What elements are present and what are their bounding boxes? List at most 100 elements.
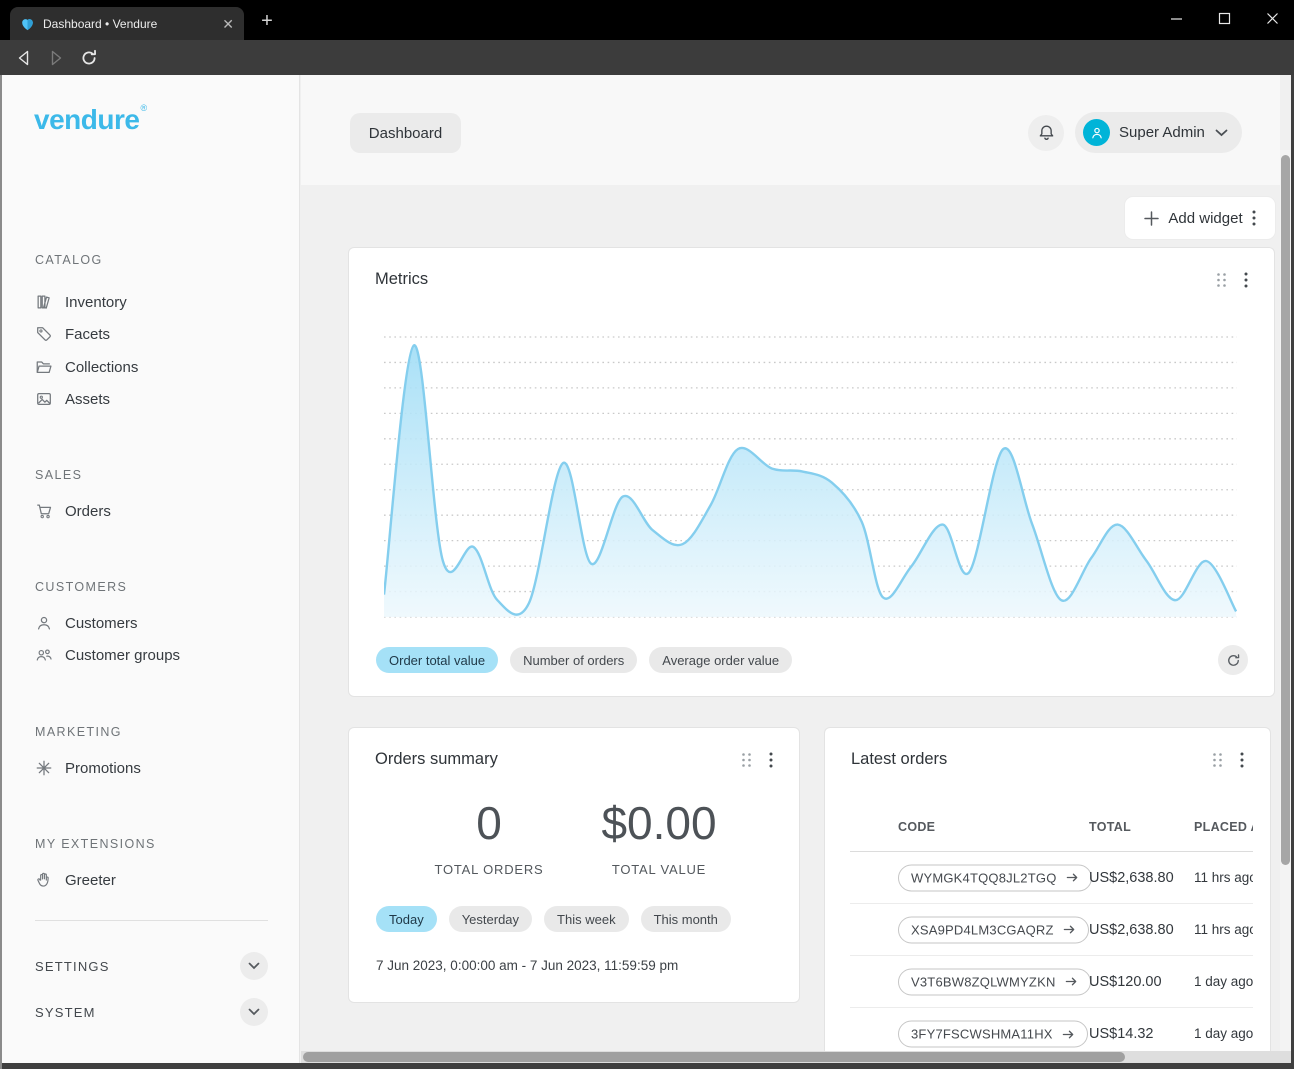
sparkle-icon bbox=[35, 759, 53, 777]
table-row: V3T6BW8ZQLWMYZKN US$120.00 1 day ago bbox=[850, 956, 1253, 1008]
metrics-chart-area bbox=[384, 331, 1237, 621]
maximize-icon[interactable] bbox=[1212, 2, 1236, 34]
close-icon[interactable] bbox=[1260, 2, 1284, 34]
kebab-menu-icon[interactable] bbox=[769, 752, 773, 768]
back-icon[interactable] bbox=[15, 49, 33, 67]
range-tab[interactable]: This week bbox=[544, 906, 629, 932]
sidebar-item-facets[interactable]: Facets bbox=[35, 321, 110, 347]
window-border bbox=[0, 1063, 1294, 1069]
arrow-right-icon bbox=[1062, 1028, 1075, 1040]
sidebar: vendure® CATALOG Inventory Facets Collec… bbox=[2, 75, 300, 1063]
order-code-link[interactable]: XSA9PD4LM3CGAQRZ bbox=[898, 916, 1089, 943]
total-value-label: TOTAL VALUE bbox=[559, 862, 759, 877]
page-header: Dashboard Super Admin bbox=[301, 75, 1280, 185]
range-tab[interactable]: Yesterday bbox=[449, 906, 532, 932]
sidebar-item-orders[interactable]: Orders bbox=[35, 498, 111, 524]
order-total: US$2,638.80 bbox=[1089, 870, 1174, 886]
area-chart bbox=[384, 331, 1237, 621]
section-marketing: MARKETING bbox=[35, 725, 122, 739]
kebab-menu-icon[interactable] bbox=[1252, 210, 1256, 226]
window-border bbox=[0, 75, 2, 1069]
order-total: US$2,638.80 bbox=[1089, 922, 1174, 938]
browser-toolbar: ! localhost:3000/admin/ bbox=[0, 40, 1294, 75]
order-code-link[interactable]: 3FY7FSCWSHMA11HX bbox=[898, 1021, 1088, 1048]
metrics-tabs: Order total value Number of orders Avera… bbox=[376, 647, 792, 673]
window-controls bbox=[1164, 2, 1284, 34]
sidebar-item-collections[interactable]: Collections bbox=[35, 354, 138, 380]
widget-title: Latest orders bbox=[851, 750, 947, 769]
arrow-right-icon bbox=[1065, 976, 1078, 988]
section-catalog: CATALOG bbox=[35, 253, 103, 267]
inventory-icon bbox=[35, 293, 53, 311]
orders-summary-widget: Orders summary 0 TOTAL ORDERS bbox=[348, 727, 800, 1003]
forward-icon[interactable] bbox=[47, 49, 65, 67]
drag-handle-icon[interactable] bbox=[741, 752, 752, 768]
range-tab[interactable]: Today bbox=[376, 906, 437, 932]
user-icon bbox=[35, 614, 53, 632]
image-icon bbox=[35, 390, 53, 408]
widget-title: Metrics bbox=[375, 270, 428, 289]
user-avatar bbox=[1083, 119, 1110, 146]
users-icon bbox=[35, 646, 53, 664]
new-tab-button[interactable]: + bbox=[256, 10, 278, 32]
sidebar-item-greeter[interactable]: Greeter bbox=[35, 867, 116, 893]
sidebar-item-inventory[interactable]: Inventory bbox=[35, 289, 127, 315]
metric-tab[interactable]: Number of orders bbox=[510, 647, 637, 673]
order-placed-at: 1 day ago bbox=[1194, 973, 1253, 991]
metric-tab[interactable]: Average order value bbox=[649, 647, 792, 673]
dashboard-content: Add widget Metrics bbox=[301, 185, 1282, 1051]
order-code-link[interactable]: WYMGK4TQQ8JL2TGQ bbox=[898, 864, 1092, 891]
plus-icon bbox=[1144, 211, 1159, 226]
tag-icon bbox=[35, 325, 53, 343]
sidebar-section-settings[interactable]: SETTINGS bbox=[35, 952, 268, 980]
section-sales: SALES bbox=[35, 468, 82, 482]
vertical-scrollbar[interactable] bbox=[1280, 150, 1291, 1063]
order-code-link[interactable]: V3T6BW8ZQLWMYZKN bbox=[898, 968, 1091, 995]
date-range-text: 7 Jun 2023, 0:00:00 am - 7 Jun 2023, 11:… bbox=[376, 958, 678, 973]
table-row: 3FY7FSCWSHMA11HX US$14.32 1 day ago bbox=[850, 1008, 1253, 1051]
table-row: XSA9PD4LM3CGAQRZ US$2,638.80 11 hrs ago bbox=[850, 904, 1253, 956]
sidebar-section-system[interactable]: SYSTEM bbox=[35, 998, 268, 1026]
cart-icon bbox=[35, 502, 53, 520]
user-name: Super Admin bbox=[1119, 124, 1206, 141]
metric-tab[interactable]: Order total value bbox=[376, 647, 498, 673]
sidebar-item-promotions[interactable]: Promotions bbox=[35, 755, 141, 781]
minimize-icon[interactable] bbox=[1164, 2, 1188, 34]
kebab-menu-icon[interactable] bbox=[1240, 752, 1244, 768]
browser-tab[interactable]: Dashboard • Vendure ✕ bbox=[10, 7, 244, 40]
sidebar-item-customers[interactable]: Customers bbox=[35, 610, 138, 636]
horizontal-scrollbar[interactable] bbox=[301, 1051, 1291, 1063]
table-header: CODE TOTAL PLACED AT bbox=[850, 812, 1253, 852]
hand-icon bbox=[35, 871, 53, 889]
user-menu[interactable]: Super Admin bbox=[1075, 112, 1242, 153]
drag-handle-icon[interactable] bbox=[1212, 752, 1223, 768]
sidebar-divider bbox=[35, 920, 268, 921]
arrow-right-icon bbox=[1063, 924, 1076, 936]
range-tab[interactable]: This month bbox=[641, 906, 731, 932]
refresh-button[interactable] bbox=[1218, 645, 1248, 675]
kebab-menu-icon[interactable] bbox=[1244, 272, 1248, 288]
refresh-icon bbox=[1225, 652, 1242, 669]
breadcrumb[interactable]: Dashboard bbox=[350, 113, 461, 153]
chevron-down-icon[interactable] bbox=[240, 998, 268, 1026]
table-row: WYMGK4TQQ8JL2TGQ US$2,638.80 11 hrs ago bbox=[850, 852, 1253, 904]
section-my-extensions: MY EXTENSIONS bbox=[35, 837, 156, 851]
reload-icon[interactable] bbox=[80, 49, 98, 67]
sidebar-item-assets[interactable]: Assets bbox=[35, 386, 110, 412]
notifications-button[interactable] bbox=[1028, 115, 1064, 151]
tab-close-icon[interactable]: ✕ bbox=[222, 17, 234, 31]
folder-icon bbox=[35, 358, 53, 376]
total-value-stat: $0.00 TOTAL VALUE bbox=[559, 796, 759, 877]
add-widget-button[interactable]: Add widget bbox=[1125, 197, 1275, 239]
scrollbar-thumb[interactable] bbox=[1281, 155, 1290, 865]
metrics-widget: Metrics bbox=[348, 247, 1275, 697]
bell-icon bbox=[1037, 123, 1056, 143]
latest-orders-widget: Latest orders CODE TOTAL PL bbox=[824, 727, 1271, 1051]
section-customers: CUSTOMERS bbox=[35, 580, 127, 594]
vendure-logo[interactable]: vendure® bbox=[34, 103, 147, 136]
chevron-down-icon[interactable] bbox=[240, 952, 268, 980]
drag-handle-icon[interactable] bbox=[1216, 272, 1227, 288]
scrollbar-thumb[interactable] bbox=[303, 1052, 1125, 1062]
browser-window: Dashboard • Vendure ✕ + ! localhost:3000… bbox=[0, 0, 1294, 1069]
sidebar-item-customer-groups[interactable]: Customer groups bbox=[35, 642, 180, 668]
